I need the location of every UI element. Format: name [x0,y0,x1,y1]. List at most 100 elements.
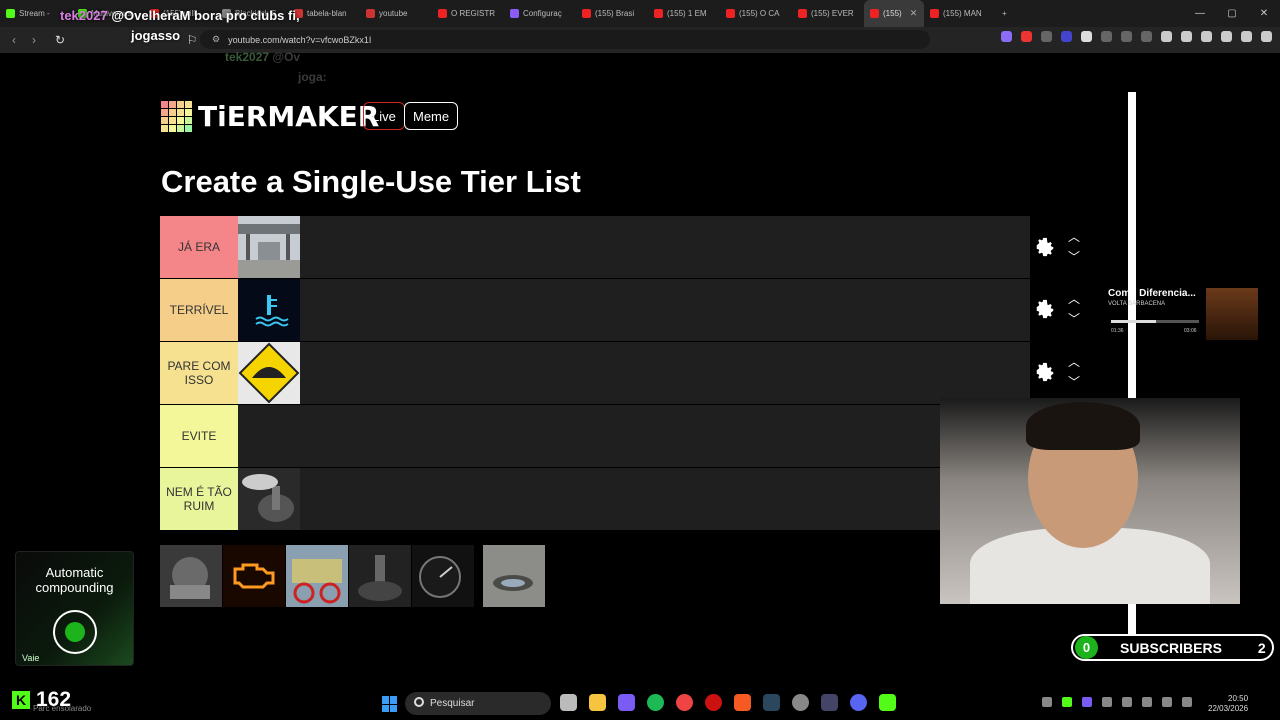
webcam-feed [940,398,1240,604]
extension-icon[interactable] [1041,31,1052,42]
move-up-icon[interactable]: ︿ [1068,290,1080,307]
chat-username: tek2027 [60,8,108,23]
pothole-image[interactable] [483,545,545,607]
tab-favicon-icon [582,9,591,18]
discord-icon[interactable] [850,694,867,711]
steam-icon[interactable] [763,694,780,711]
subscribers-label: SUBSCRIBERS [1120,639,1222,656]
microphone-icon[interactable] [1142,697,1152,707]
gear-shift-image[interactable] [238,468,300,530]
song-elapsed: 01:36 [1111,328,1124,334]
site-info-icon[interactable]: ⚙ [212,34,220,45]
extension-icon[interactable] [1101,31,1112,42]
bookmark-icon[interactable]: ⚐ [182,30,202,50]
sidebar-icon[interactable] [1181,31,1192,42]
taskbar-clock[interactable]: 20:50 22/03/2026 [1208,694,1248,713]
live-button[interactable]: Live [363,102,405,130]
new-tab-icon[interactable]: + [996,0,1013,27]
engine-image[interactable] [160,545,222,607]
tab-label: O REGISTR [451,9,496,18]
check-engine-image[interactable] [223,545,285,607]
browser-tab[interactable]: (155) EVER [792,0,864,27]
tier-label[interactable]: NEM É TÃO RUIM [160,468,238,530]
windows-start-icon[interactable] [382,696,398,712]
subscribers-left-count: 0 [1075,636,1098,659]
minimize-icon[interactable]: — [1184,0,1216,27]
bluetooth-icon[interactable] [1122,697,1132,707]
move-down-icon[interactable]: ﹀ [1068,248,1080,265]
maximize-icon[interactable]: ▢ [1216,0,1248,27]
tier-label[interactable]: EVITE [160,405,238,467]
brave-icon[interactable] [734,694,751,711]
meme-button[interactable]: Meme [404,102,459,130]
gear-icon[interactable] [1034,298,1056,320]
network-icon[interactable] [1162,697,1172,707]
move-up-icon[interactable]: ︿ [1068,353,1080,370]
coolant-warning-image[interactable] [238,279,300,341]
spotify-icon[interactable] [647,694,664,711]
opera-icon[interactable] [705,694,722,711]
url-text: youtube.com/watch?v=vfcwoBZkx1I [228,34,372,45]
browser-tab[interactable]: (155) 1 EM [648,0,720,27]
tab-favicon-icon [654,9,663,18]
extension-icon[interactable] [1121,31,1132,42]
speaker-icon[interactable] [1182,697,1192,707]
speed-bump-sign-image[interactable] [238,342,300,404]
gas-station-image[interactable] [238,216,300,278]
tier-label[interactable]: JÁ ERA [160,216,238,278]
tab-close-icon[interactable]: ✕ [910,8,918,19]
extension-icon[interactable] [1001,31,1012,42]
kick-icon[interactable] [879,694,896,711]
forward-icon[interactable]: › [24,30,44,50]
media-icon[interactable] [1161,31,1172,42]
task-view-icon[interactable] [560,694,577,711]
browser-tab[interactable]: O REGISTR [432,0,504,27]
tab-favicon-icon [870,9,879,18]
crashed-bike-image[interactable] [286,545,348,607]
window-controls: — ▢ ✕ [1184,0,1280,27]
reload-icon[interactable]: ↻ [50,30,70,50]
move-up-icon[interactable]: ︿ [1068,228,1080,245]
back-icon[interactable]: ‹ [4,30,24,50]
extension-icon[interactable] [1141,31,1152,42]
gear-icon[interactable] [1034,236,1056,258]
chrome-icon[interactable] [676,694,693,711]
dashboard-gauge-image[interactable] [412,545,474,607]
promo-card: Automatic compounding Vaie [15,551,134,666]
tiermaker-logo[interactable]: TiERMAKER [161,100,379,133]
app-grid-icon[interactable] [618,694,635,711]
logo-grid-icon [161,101,192,132]
extension-icon[interactable] [1021,31,1032,42]
file-explorer-icon[interactable] [589,694,606,711]
tray-app-icon[interactable] [1082,697,1092,707]
app-icon[interactable] [792,694,809,711]
tray-chevron-icon[interactable] [1042,697,1052,707]
wallet-icon[interactable] [1201,31,1212,42]
tray-app-icon[interactable] [1062,697,1072,707]
tier-label[interactable]: PARE COM ISSO [160,342,238,404]
browser-tab[interactable]: (155) ✕ [864,0,924,27]
page-title: Create a Single-Use Tier List [161,164,581,199]
chat-text: @OvelheraM bora pro clubs fi, [111,8,300,23]
kick-logo-icon: K [12,691,30,709]
gear-icon[interactable] [1034,361,1056,383]
app-icon[interactable] [821,694,838,711]
browser-tab[interactable]: Configuraç [504,0,576,27]
taskbar-search[interactable]: Pesquisar [405,692,551,715]
browser-tab[interactable]: (155) MAN [924,0,996,27]
shield-icon[interactable] [1241,31,1252,42]
extension-icon[interactable] [1081,31,1092,42]
tier-label[interactable]: TERRÍVEL [160,279,238,341]
browser-tab[interactable]: youtube [360,0,432,27]
menu-icon[interactable] [1261,31,1272,42]
leo-icon[interactable] [1221,31,1232,42]
close-icon[interactable]: ✕ [1248,0,1280,27]
tray-app-icon[interactable] [1102,697,1112,707]
gear-shift-image[interactable] [349,545,411,607]
address-bar[interactable]: ⚙ youtube.com/watch?v=vfcwoBZkx1I [200,30,930,49]
browser-tab[interactable]: (155) Brasi [576,0,648,27]
move-down-icon[interactable]: ﹀ [1068,310,1080,327]
extension-icon[interactable] [1061,31,1072,42]
browser-tab[interactable]: (155) O CA [720,0,792,27]
move-down-icon[interactable]: ﹀ [1068,373,1080,390]
